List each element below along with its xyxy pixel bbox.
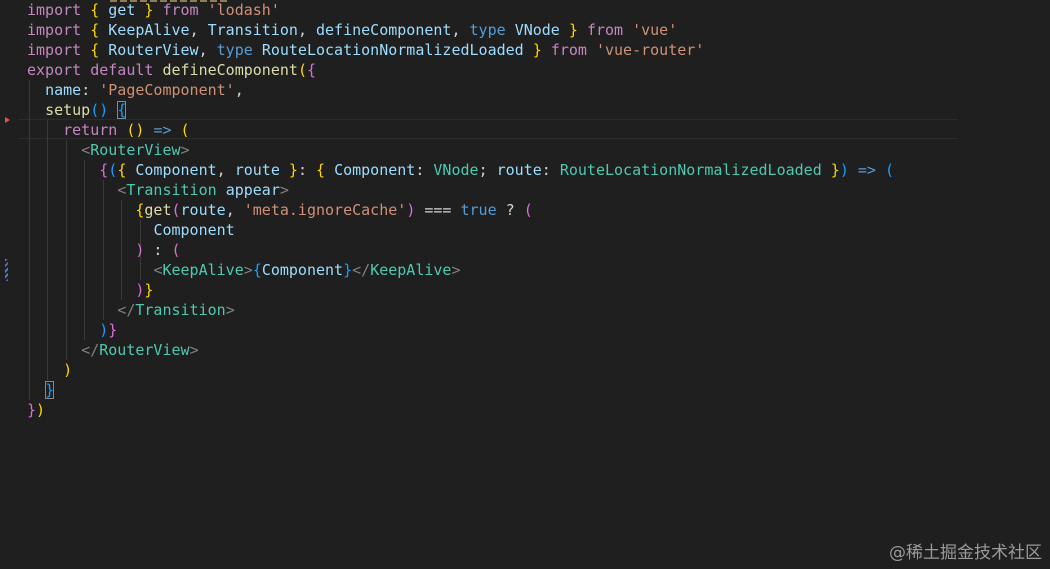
code-line-2[interactable]: import { KeepAlive, Transition, defineCo… — [27, 20, 677, 40]
code-line-8[interactable]: <RouterView> — [27, 140, 189, 160]
string: 'PageComponent' — [99, 81, 235, 99]
jsx-tag: KeepAlive — [370, 261, 452, 279]
editor-gutter — [0, 0, 18, 569]
code-line-13[interactable]: ) : ( — [27, 240, 180, 260]
code-line-6[interactable]: setup() { — [27, 100, 127, 120]
function-name: get — [144, 201, 172, 219]
operator: === — [424, 201, 452, 219]
code-line-20[interactable]: } — [27, 380, 55, 400]
jsx-tag: Transition — [126, 181, 217, 199]
jsx-tag: RouterView — [99, 341, 190, 359]
property: name — [45, 81, 82, 99]
keyword: true — [460, 201, 497, 219]
watermark: @稀土掘金技术社区 — [889, 543, 1042, 563]
identifier: RouteLocationNormalizedLoaded — [261, 41, 524, 59]
fold-arrow-icon[interactable] — [5, 117, 10, 123]
keyword: import — [27, 41, 82, 59]
code-line-5[interactable]: name: 'PageComponent', — [27, 80, 244, 100]
code-line-15[interactable]: )} — [27, 280, 153, 300]
identifier: get — [108, 1, 136, 19]
code-line-4[interactable]: export default defineComponent({ — [27, 60, 316, 80]
identifier: KeepAlive — [108, 21, 190, 39]
identifier: VNode — [514, 21, 560, 39]
string: 'lodash' — [207, 1, 280, 19]
identifier: Component — [261, 261, 344, 279]
function-name: setup — [45, 101, 91, 119]
keyword: return — [63, 121, 118, 139]
code-editor[interactable]: import { get } from 'lodash' import { Ke… — [0, 0, 1050, 569]
code-line-11[interactable]: {get(route, 'meta.ignoreCache') === true… — [27, 200, 532, 220]
operator: => — [857, 161, 876, 179]
code-line-17[interactable]: )} — [27, 320, 117, 340]
keyword: from — [550, 41, 587, 59]
code-line-19[interactable]: ) — [27, 360, 72, 380]
code-line-16[interactable]: </Transition> — [27, 300, 234, 320]
keyword: import — [27, 1, 82, 19]
jsx-tag: RouterView — [90, 141, 181, 159]
code-line-1[interactable]: import { get } from 'lodash' — [27, 0, 280, 20]
operator: => — [153, 121, 172, 139]
jsx-tag: KeepAlive — [162, 261, 244, 279]
code-line-14[interactable]: <KeepAlive>{Component}</KeepAlive> — [27, 260, 460, 280]
code-line-18[interactable]: </RouterView> — [27, 340, 198, 360]
identifier: Component — [153, 221, 235, 239]
code-line-21[interactable]: }) — [27, 400, 45, 420]
code-line-3[interactable]: import { RouterView, type RouteLocationN… — [27, 40, 704, 60]
string: 'meta.ignoreCache' — [243, 201, 407, 219]
code-line-7[interactable]: return () => ( — [27, 120, 189, 140]
identifier: RouterView — [108, 41, 199, 59]
identifier: Component — [334, 161, 416, 179]
jsx-tag: Transition — [135, 301, 226, 319]
jsx-attribute: appear — [225, 181, 280, 199]
code-line-9[interactable]: {({ Component, route }: { Component: VNo… — [27, 160, 894, 180]
keyword: type — [469, 21, 506, 39]
code-line-12[interactable]: Component — [27, 220, 235, 240]
identifier: Component — [135, 161, 217, 179]
keyword: from — [162, 1, 199, 19]
keyword: export — [27, 61, 82, 79]
keyword: import — [27, 21, 82, 39]
identifier: route — [180, 201, 226, 219]
keyword: type — [216, 41, 253, 59]
modified-line-indicator — [5, 259, 8, 281]
string: 'vue-router' — [595, 41, 705, 59]
function-name: defineComponent — [162, 61, 298, 79]
keyword: default — [90, 61, 154, 79]
type-name: RouteLocationNormalizedLoaded — [559, 161, 822, 179]
identifier: defineComponent — [316, 21, 452, 39]
identifier: Transition — [207, 21, 298, 39]
identifier: route — [496, 161, 542, 179]
identifier: route — [234, 161, 280, 179]
string: 'vue' — [632, 21, 678, 39]
code-line-10[interactable]: <Transition appear> — [27, 180, 289, 200]
type-name: VNode — [433, 161, 479, 179]
keyword: from — [586, 21, 624, 39]
